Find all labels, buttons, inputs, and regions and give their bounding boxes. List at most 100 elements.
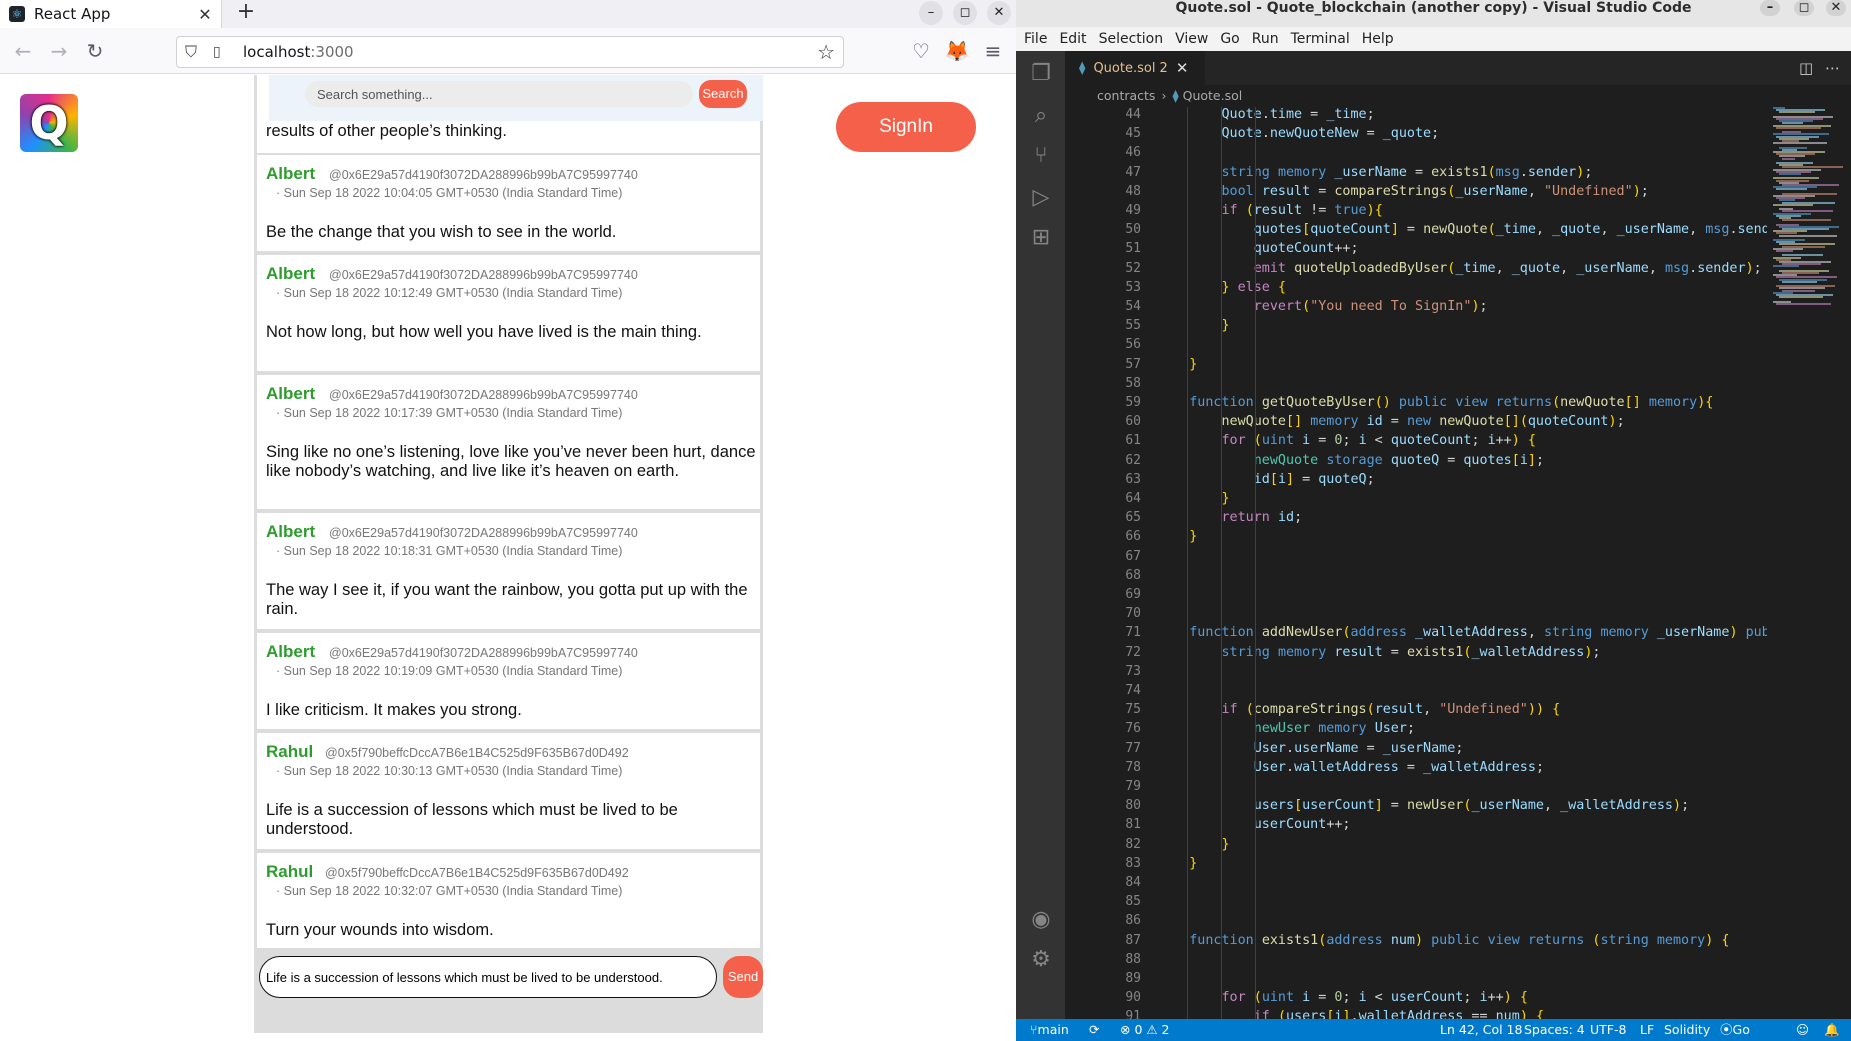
menu-file[interactable]: File	[1024, 31, 1047, 47]
code-line[interactable]: User.walletAddress = _walletAddress;	[1157, 760, 1544, 775]
menu-selection[interactable]: Selection	[1099, 31, 1164, 47]
metamask-fox-icon[interactable]: 🦊	[944, 38, 970, 64]
hamburger-menu-icon[interactable]: ≡	[980, 38, 1006, 64]
author-name[interactable]: Albert	[266, 384, 315, 404]
reload-icon[interactable]: ↻	[82, 38, 108, 64]
wallet-address: @0x6E29a57d4190f3072DA288996b99bA7C95997…	[329, 646, 638, 660]
pocket-icon[interactable]: ♡	[908, 38, 934, 64]
code-line[interactable]: string memory _userName = exists1(msg.se…	[1157, 165, 1593, 180]
code-line[interactable]: newQuote[] memory id = new newQuote[](qu…	[1157, 414, 1625, 429]
menu-terminal[interactable]: Terminal	[1291, 31, 1350, 47]
code-line[interactable]: }	[1157, 318, 1230, 333]
author-name[interactable]: Rahul	[266, 862, 313, 882]
code-line[interactable]: string memory result = exists1(_walletAd…	[1157, 645, 1601, 660]
sync-icon[interactable]: ⟳	[1089, 1019, 1099, 1041]
signin-button[interactable]: SignIn	[836, 102, 976, 152]
cursor-position[interactable]: Ln 42, Col 18	[1440, 1019, 1522, 1041]
tab-quote-sol[interactable]: ⧫ Quote.sol 2 ✕	[1065, 51, 1205, 85]
quote-compose-input[interactable]	[259, 956, 717, 998]
code-line[interactable]: bool result = compareStrings(_userName, …	[1157, 184, 1649, 199]
vscode-close-button[interactable]: ✕	[1826, 0, 1846, 16]
code-line[interactable]: revert("You need To SignIn");	[1157, 299, 1488, 314]
split-editor-icon[interactable]: ◫	[1799, 59, 1813, 77]
code-line[interactable]: function exists1(address num) public vie…	[1157, 933, 1729, 948]
code-editor[interactable]: Quote.time = _time; Quote.newQuoteNew = …	[1157, 107, 1767, 1019]
encoding-status[interactable]: UTF-8	[1590, 1019, 1626, 1041]
search-button[interactable]: Search	[699, 80, 747, 108]
breadcrumb-folder[interactable]: contracts	[1097, 88, 1155, 103]
run-debug-icon[interactable]: ▷	[1028, 185, 1054, 211]
feedback-icon[interactable]: ☺	[1796, 1019, 1809, 1041]
source-control-icon[interactable]: ⑂	[1028, 143, 1054, 169]
menu-run[interactable]: Run	[1252, 31, 1279, 47]
vscode-minimize-button[interactable]: –	[1760, 0, 1780, 16]
notifications-bell-icon[interactable]: 🔔	[1824, 1019, 1840, 1041]
code-line[interactable]: quotes[quoteCount] = newQuote(_time, _qu…	[1157, 222, 1767, 237]
extensions-icon[interactable]: ⊞	[1028, 225, 1054, 251]
address-bar[interactable]: ⛉ ▯ localhost:3000 ☆	[176, 36, 844, 68]
author-name[interactable]: Albert	[266, 642, 315, 662]
maximize-window-button[interactable]: ◻	[953, 1, 977, 25]
settings-gear-icon[interactable]: ⚙	[1028, 947, 1054, 973]
menu-view[interactable]: View	[1175, 31, 1208, 47]
browser-tab-react-app[interactable]: ⚛ React App ✕	[0, 0, 222, 28]
author-name[interactable]: Rahul	[266, 742, 313, 762]
code-line[interactable]: }	[1157, 837, 1230, 852]
accounts-icon[interactable]: ◉	[1028, 907, 1054, 933]
code-line[interactable]: for (uint i = 0; i < quoteCount; i++) {	[1157, 433, 1536, 448]
minimize-window-button[interactable]: –	[919, 1, 943, 25]
search-icon[interactable]: ⌕	[1028, 103, 1054, 129]
author-name[interactable]: Albert	[266, 164, 315, 184]
author-name[interactable]: Albert	[266, 522, 315, 542]
minimap[interactable]	[1767, 107, 1851, 1019]
back-arrow-icon[interactable]: ←	[10, 38, 36, 64]
page-info-icon[interactable]: ▯	[213, 44, 231, 60]
problems-status[interactable]: ⊗ 0 ⚠ 2	[1120, 1019, 1170, 1041]
code-line[interactable]: if (compareStrings(result, "Undefined"))…	[1157, 702, 1561, 717]
tab-close-icon[interactable]: ✕	[195, 5, 215, 24]
minimap-line	[1776, 188, 1807, 191]
code-line[interactable]: if (result != true){	[1157, 203, 1383, 218]
breadcrumb-file[interactable]: Quote.sol	[1183, 88, 1243, 103]
search-input[interactable]	[305, 81, 693, 107]
menu-edit[interactable]: Edit	[1059, 31, 1086, 47]
code-line[interactable]: newQuote storage quoteQ = quotes[i];	[1157, 453, 1544, 468]
language-mode[interactable]: Solidity	[1664, 1019, 1710, 1041]
code-line[interactable]: emit quoteUploadedByUser(_time, _quote, …	[1157, 261, 1762, 276]
code-line[interactable]: return id;	[1157, 510, 1303, 525]
branch-status[interactable]: ⑂ main	[1030, 1019, 1069, 1041]
code-line[interactable]: Quote.time = _time;	[1157, 107, 1375, 122]
code-line[interactable]: if (users[i].walletAddress == num) {	[1157, 1009, 1544, 1019]
code-line[interactable]: function addNewUser(address _walletAddre…	[1157, 625, 1767, 640]
tab-close-icon[interactable]: ✕	[1176, 59, 1189, 77]
code-line[interactable]: }	[1157, 357, 1197, 372]
code-line[interactable]: }	[1157, 529, 1197, 544]
code-line[interactable]: User.userName = _userName;	[1157, 741, 1464, 756]
code-line[interactable]: users[userCount] = newUser(_userName, _w…	[1157, 798, 1689, 813]
menu-help[interactable]: Help	[1362, 31, 1394, 47]
code-line[interactable]: newUser memory User;	[1157, 721, 1415, 736]
close-window-button[interactable]: ✕	[987, 1, 1011, 25]
line-number: 65	[1125, 510, 1141, 526]
bookmark-star-icon[interactable]: ☆	[817, 40, 835, 64]
quote-feed[interactable]: results of other people’s thinking. Albe…	[257, 75, 760, 948]
menu-go[interactable]: Go	[1220, 31, 1239, 47]
code-line[interactable]: id[i] = quoteQ;	[1157, 472, 1375, 487]
send-button[interactable]: Send	[723, 956, 763, 998]
more-actions-icon[interactable]: ⋯	[1825, 59, 1840, 77]
vscode-maximize-button[interactable]: ◻	[1794, 0, 1814, 16]
explorer-files-icon[interactable]: ❐	[1028, 61, 1054, 87]
code-line[interactable]: }	[1157, 491, 1230, 506]
forward-arrow-icon[interactable]: →	[46, 38, 72, 64]
new-tab-button[interactable]: +	[233, 0, 259, 28]
go-live-status[interactable]: ⦿ Go Live	[1720, 1019, 1750, 1041]
minimap-line	[1779, 296, 1823, 299]
code-line[interactable]: Quote.newQuoteNew = _quote;	[1157, 126, 1440, 141]
code-line[interactable]: function getQuoteByUser() public view re…	[1157, 395, 1713, 410]
shield-icon[interactable]: ⛉	[185, 42, 207, 62]
author-name[interactable]: Albert	[266, 264, 315, 284]
indentation-status[interactable]: Spaces: 4	[1524, 1019, 1585, 1041]
code-line[interactable]: }	[1157, 856, 1197, 871]
code-line[interactable]: for (uint i = 0; i < userCount; i++) {	[1157, 990, 1528, 1005]
eol-status[interactable]: LF	[1640, 1019, 1654, 1041]
